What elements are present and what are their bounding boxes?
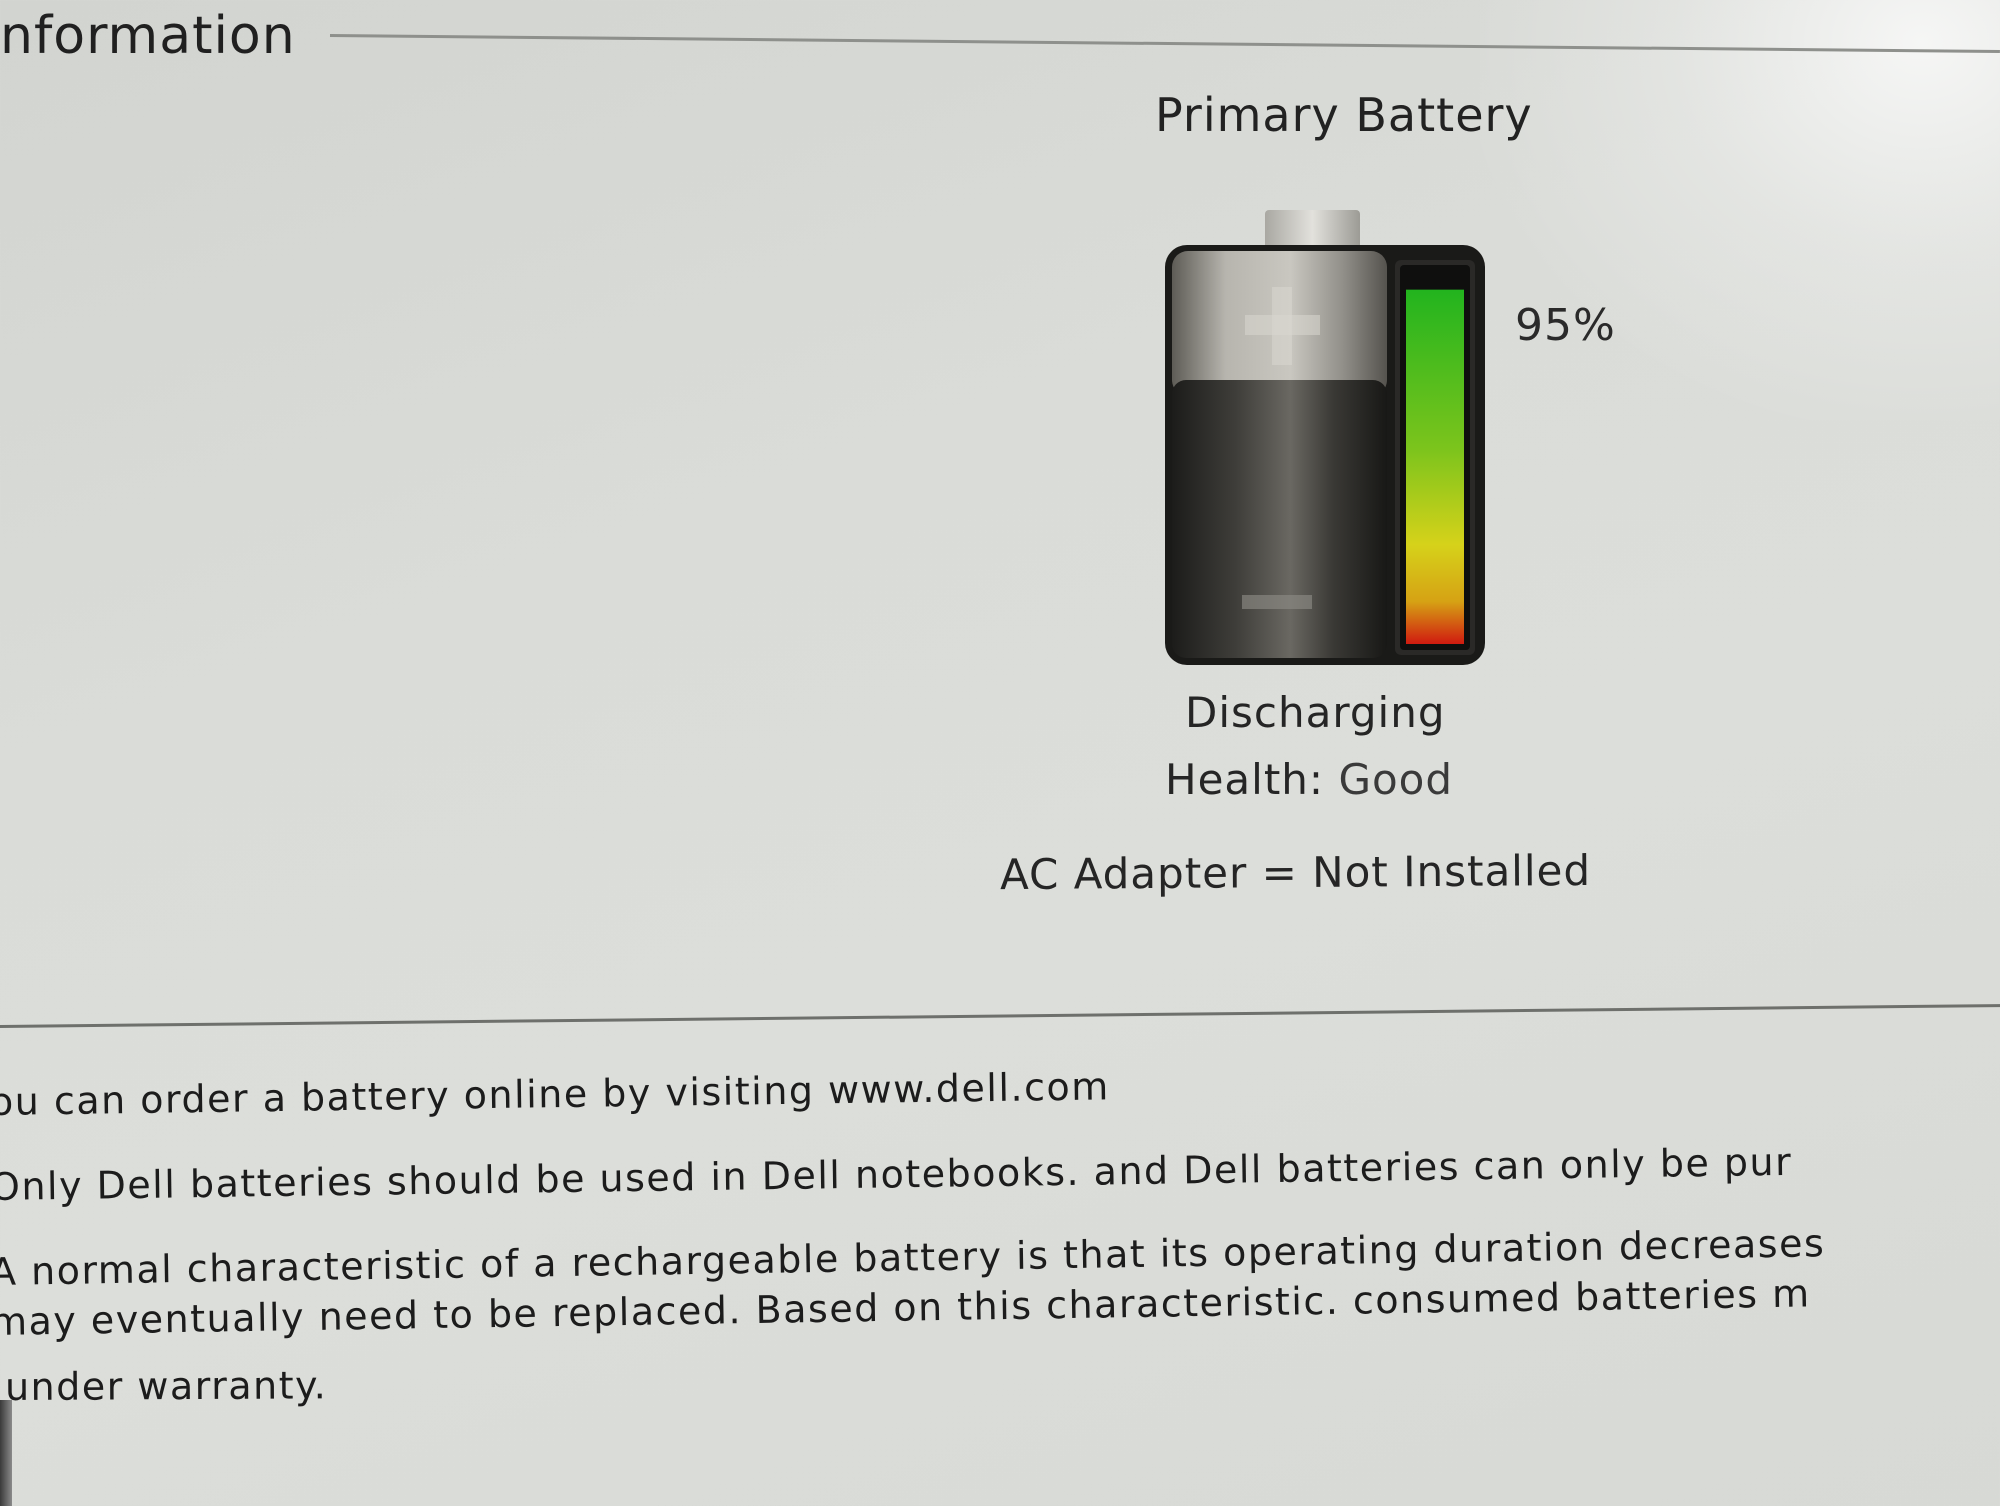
group-box-border (329, 34, 2000, 54)
battery-level-fill (1406, 289, 1464, 644)
battery-icon (1160, 205, 1500, 675)
battery-status: Discharging (1185, 688, 1446, 737)
battery-percent: 95% (1515, 300, 1616, 351)
group-box-title: nformation (0, 6, 296, 66)
health-label: Health: (1165, 755, 1325, 804)
info-dell-only-text: Only Dell batteries should be used in De… (0, 1139, 1793, 1209)
info-warranty-text: under warranty. (4, 1363, 328, 1409)
info-order-text: ou can order a battery online by visitin… (0, 1064, 1111, 1124)
section-divider (0, 1003, 2000, 1028)
ac-adapter-status: AC Adapter = Not Installed (999, 845, 1592, 900)
battery-health: Health: Good (1165, 755, 1453, 804)
health-value: Good (1338, 755, 1454, 804)
screen-glare (1480, 0, 2000, 420)
window-edge (0, 1400, 12, 1506)
battery-title: Primary Battery (1155, 88, 1533, 142)
